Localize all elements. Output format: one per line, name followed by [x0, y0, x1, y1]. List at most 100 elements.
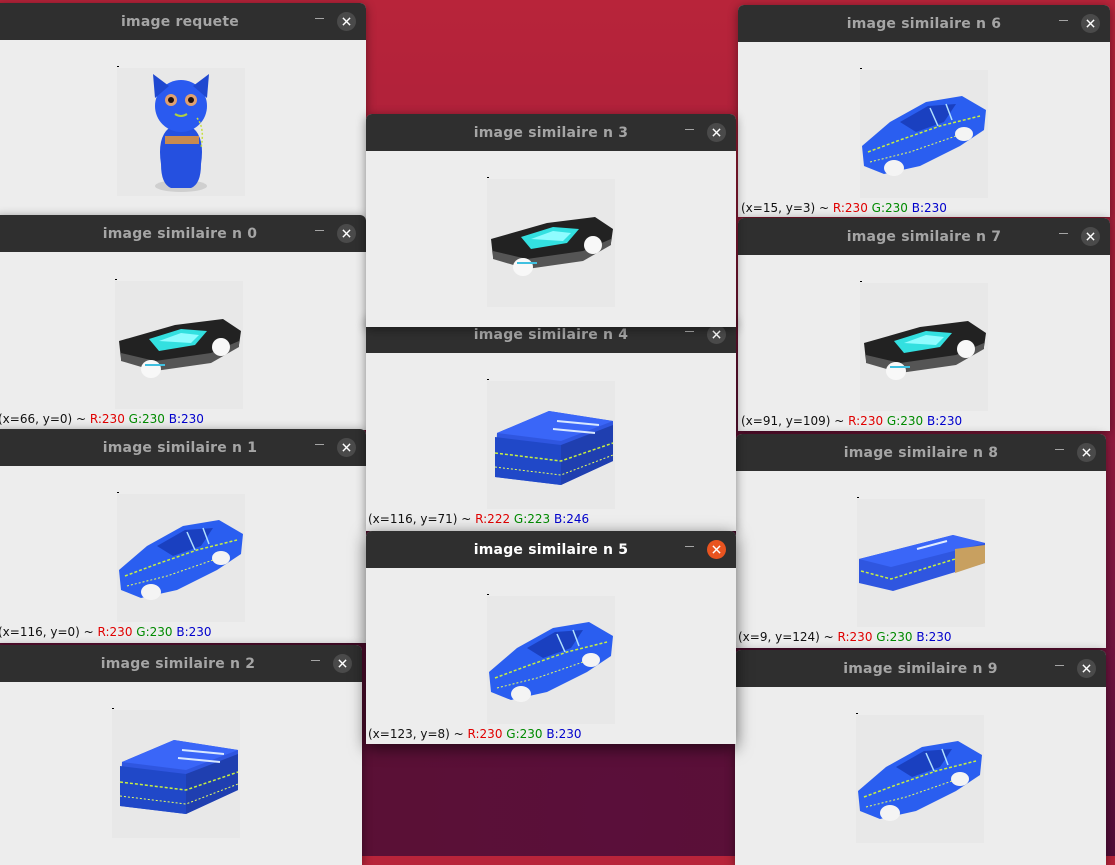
titlebar[interactable]: image similaire n 7	[738, 218, 1110, 255]
titlebar[interactable]: image similaire n 1	[0, 429, 366, 466]
green-value: G:230	[876, 630, 913, 644]
window-image-similaire-n0[interactable]: image similaire n 0 (x=66, y=0) ~ R:230 …	[0, 215, 366, 430]
titlebar[interactable]: image similaire n 8	[736, 434, 1106, 471]
status-bar: (x=91, y=109) ~ R:230 G:230 B:230	[741, 414, 962, 428]
close-icon[interactable]	[337, 12, 356, 31]
red-value: R:222	[475, 512, 511, 526]
result-image	[856, 713, 984, 843]
close-icon[interactable]	[707, 123, 726, 142]
close-icon[interactable]	[337, 224, 356, 243]
query-image	[117, 66, 245, 196]
window-title: image similaire n 5	[473, 541, 629, 558]
window-title: image similaire n 4	[473, 326, 629, 343]
window-title: image similaire n 2	[100, 655, 256, 672]
window-title: image similaire n 8	[843, 444, 999, 461]
titlebar[interactable]: image similaire n 3	[366, 114, 736, 151]
close-icon[interactable]	[1081, 14, 1100, 33]
close-icon[interactable]	[337, 438, 356, 457]
window-image-similaire-n1[interactable]: image similaire n 1 (x=116, y=0) ~ R:230…	[0, 429, 366, 643]
minimize-icon[interactable]	[315, 444, 324, 445]
window-image-similaire-n2[interactable]: image similaire n 2	[0, 645, 362, 865]
minimize-icon[interactable]	[685, 546, 694, 547]
red-value: R:230	[837, 630, 873, 644]
close-icon[interactable]	[707, 540, 726, 559]
red-value: R:230	[89, 412, 125, 426]
window-image-similaire-n3[interactable]: image similaire n 3	[366, 114, 736, 327]
minimize-icon[interactable]	[1055, 449, 1064, 450]
status-bar: (x=9, y=124) ~ R:230 G:230 B:230	[738, 630, 952, 644]
blue-value: B:230	[168, 412, 204, 426]
window-title: image similaire n 3	[473, 124, 629, 141]
window-image-similaire-n4[interactable]: image similaire n 4 (x=116, y=71) ~ R:22…	[366, 316, 736, 531]
pixel-coords: (x=116, y=0) ~	[0, 625, 98, 639]
window-image-similaire-n9[interactable]: image similaire n 9	[735, 650, 1106, 865]
window-image-requete[interactable]: image requete	[0, 3, 366, 233]
minimize-icon[interactable]	[685, 129, 694, 130]
result-image	[487, 177, 615, 307]
window-title: image requete	[121, 13, 239, 30]
close-icon[interactable]	[333, 654, 352, 673]
window-image-similaire-n5[interactable]: image similaire n 5 (x=123, y=8) ~ R:230…	[366, 531, 736, 744]
pixel-coords: (x=66, y=0) ~	[0, 412, 90, 426]
blue-value: B:230	[927, 414, 963, 428]
green-value: G:230	[886, 414, 924, 428]
red-value: R:230	[97, 625, 133, 639]
pixel-coords: (x=91, y=109) ~	[741, 414, 849, 428]
pixel-coords: (x=15, y=3) ~	[741, 201, 833, 215]
titlebar[interactable]: image similaire n 0	[0, 215, 366, 252]
minimize-icon[interactable]	[1059, 20, 1068, 21]
window-title: image similaire n 1	[102, 439, 258, 456]
titlebar[interactable]: image similaire n 5	[366, 531, 736, 568]
window-image-similaire-n8[interactable]: image similaire n 8 (x=9, y=124) ~ R:230…	[736, 434, 1106, 648]
blue-value: B:230	[911, 201, 947, 215]
green-value: G:230	[136, 625, 173, 639]
blue-value: B:246	[554, 512, 590, 526]
status-bar: (x=116, y=0) ~ R:230 G:230 B:230	[0, 625, 212, 639]
close-icon[interactable]	[1077, 443, 1096, 462]
close-icon[interactable]	[1081, 227, 1100, 246]
result-image	[115, 279, 243, 409]
result-image	[857, 497, 985, 627]
status-bar: (x=15, y=3) ~ R:230 G:230 B:230	[741, 201, 947, 215]
window-title: image similaire n 0	[102, 225, 258, 242]
titlebar[interactable]: image similaire n 9	[735, 650, 1106, 687]
window-image-similaire-n7[interactable]: image similaire n 7 (x=91, y=109) ~ R:23…	[738, 218, 1110, 431]
result-image	[860, 281, 988, 411]
window-title: image similaire n 7	[846, 228, 1002, 245]
window-title: image similaire n 9	[843, 660, 998, 677]
window-title: image similaire n 6	[846, 15, 1002, 32]
titlebar[interactable]: image similaire n 6	[738, 5, 1110, 42]
status-bar: (x=66, y=0) ~ R:230 G:230 B:230	[0, 412, 204, 426]
red-value: R:230	[467, 727, 503, 741]
result-image	[487, 379, 615, 509]
pixel-coords: (x=123, y=8) ~	[368, 727, 468, 741]
result-image	[487, 594, 615, 724]
green-value: G:230	[128, 412, 165, 426]
status-bar: (x=116, y=71) ~ R:222 G:223 B:246	[368, 512, 589, 526]
result-image	[860, 68, 988, 198]
minimize-icon[interactable]	[1055, 665, 1064, 666]
titlebar[interactable]: image similaire n 2	[0, 645, 362, 682]
close-icon[interactable]	[707, 325, 726, 344]
blue-value: B:230	[176, 625, 212, 639]
minimize-icon[interactable]	[315, 230, 324, 231]
status-bar: (x=123, y=8) ~ R:230 G:230 B:230	[368, 727, 582, 741]
minimize-icon[interactable]	[685, 331, 694, 332]
minimize-icon[interactable]	[1059, 233, 1068, 234]
green-value: G:223	[513, 512, 551, 526]
green-value: G:230	[506, 727, 543, 741]
pixel-coords: (x=9, y=124) ~	[738, 630, 838, 644]
minimize-icon[interactable]	[311, 660, 320, 661]
titlebar[interactable]: image requete	[0, 3, 366, 40]
red-value: R:230	[848, 414, 884, 428]
green-value: G:230	[871, 201, 908, 215]
close-icon[interactable]	[1077, 659, 1096, 678]
result-image	[117, 492, 245, 622]
pixel-coords: (x=116, y=71) ~	[368, 512, 476, 526]
result-image	[112, 708, 240, 838]
blue-value: B:230	[546, 727, 582, 741]
minimize-icon[interactable]	[315, 18, 324, 19]
window-image-similaire-n6[interactable]: image similaire n 6 (x=15, y=3) ~ R:230 …	[738, 5, 1110, 217]
blue-value: B:230	[916, 630, 952, 644]
red-value: R:230	[832, 201, 868, 215]
